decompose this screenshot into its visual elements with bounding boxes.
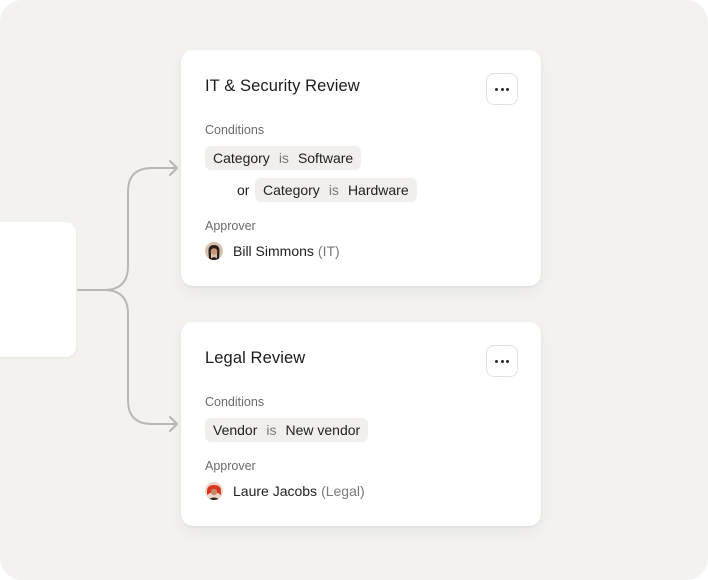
approver-label: Approver: [205, 219, 256, 233]
condition-chip[interactable]: Category is Hardware: [255, 178, 417, 202]
more-horizontal-icon: [495, 87, 498, 91]
more-horizontal-icon: [495, 359, 498, 363]
conditions-label: Conditions: [205, 395, 265, 409]
avatar: [205, 242, 223, 260]
approver-name: Laure Jacobs: [233, 483, 318, 499]
condition-field: Vendor: [213, 422, 258, 438]
more-options-button[interactable]: [486, 73, 518, 105]
condition-chip[interactable]: Category is Software: [205, 146, 362, 170]
approval-step-card[interactable]: Legal Review Conditions Vendor is New ve…: [181, 322, 541, 526]
approver-department: (Legal): [321, 483, 365, 499]
condition-value: Software: [297, 150, 354, 166]
condition-value: Hardware: [347, 182, 409, 198]
approver[interactable]: Laure Jacobs (Legal): [205, 482, 365, 500]
workflow-canvas: IT & Security Review Conditions Category…: [0, 0, 708, 580]
card-title: Legal Review: [205, 349, 306, 367]
condition-field: Category: [213, 150, 270, 166]
approver[interactable]: Bill Simmons (IT): [205, 242, 340, 260]
condition-connector: or: [237, 182, 250, 198]
more-options-button[interactable]: [486, 345, 518, 377]
approval-step-card[interactable]: IT & Security Review Conditions Category…: [181, 50, 541, 286]
card-title: IT & Security Review: [205, 77, 360, 95]
avatar: [205, 482, 223, 500]
approver-label: Approver: [205, 459, 256, 473]
condition-field: Category: [263, 182, 320, 198]
condition-operator: is: [278, 150, 289, 166]
approver-department: (IT): [317, 243, 340, 259]
condition-operator: is: [266, 422, 277, 438]
condition-value: New vendor: [285, 422, 361, 438]
condition-operator: is: [328, 182, 339, 198]
approver-name: Bill Simmons: [233, 243, 314, 259]
condition-chip[interactable]: Vendor is New vendor: [205, 418, 369, 442]
conditions-label: Conditions: [205, 123, 265, 137]
